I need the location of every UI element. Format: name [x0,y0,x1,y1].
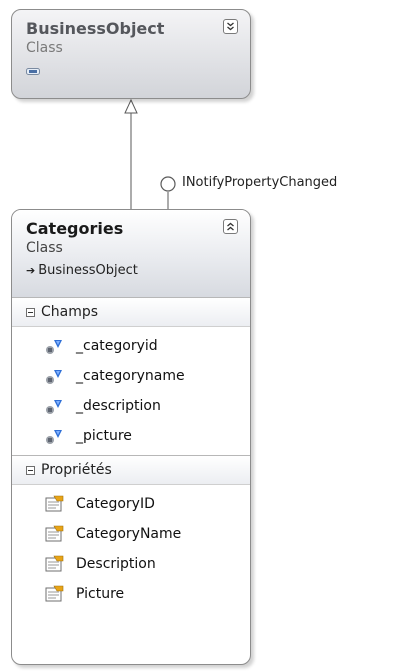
field-icon [46,430,62,444]
field-item[interactable]: _picture [12,421,250,451]
property-label: Description [76,556,156,572]
field-label: _picture [76,428,132,444]
field-label: _categoryname [76,368,185,384]
field-icon [46,400,62,414]
property-label: CategoryName [76,526,182,542]
field-label: _categoryid [76,338,158,354]
collapse-chevron-icon[interactable] [223,219,238,234]
section-fields-label: Champs [41,304,99,320]
collapsed-members-icon[interactable] [26,66,40,76]
property-label: CategoryID [76,496,155,512]
class-parent: ➔ BusinessObject [26,262,238,280]
section-properties[interactable]: Propriétés [12,455,250,485]
class-box-categories[interactable]: Categories Class ➔ BusinessObject Champs … [11,209,251,665]
inherits-arrow-icon: ➔ [26,264,36,277]
field-item[interactable]: _categoryname [12,361,250,391]
property-item[interactable]: CategoryName [12,519,250,549]
class-kind: Class [26,240,63,256]
class-name: BusinessObject [26,19,165,38]
section-properties-label: Propriétés [41,462,112,478]
property-icon [45,525,64,542]
property-item[interactable]: Description [12,549,250,579]
field-list: _categoryid _categoryname _description _… [12,327,250,455]
property-list: CategoryID CategoryName Description Pict… [12,485,250,613]
class-box-businessobject[interactable]: BusinessObject Class [11,9,251,99]
interface-label: INotifyPropertyChanged [182,175,338,190]
field-item[interactable]: _description [12,391,250,421]
expand-chevron-icon[interactable] [223,19,238,34]
class-header: Categories Class ➔ BusinessObject [12,210,250,298]
class-parent-name: BusinessObject [38,263,138,278]
class-header: BusinessObject Class [12,10,250,98]
property-icon [45,585,64,602]
section-fields[interactable]: Champs [12,298,250,327]
class-name: Categories [26,219,124,238]
class-kind: Class [26,40,63,56]
property-item[interactable]: CategoryID [12,489,250,519]
property-item[interactable]: Picture [12,579,250,609]
property-icon [45,495,64,512]
field-label: _description [76,398,161,414]
field-item[interactable]: _categoryid [12,331,250,361]
inheritance-arrowhead [124,98,138,114]
field-icon [46,340,62,354]
property-icon [45,555,64,572]
collapse-section-icon[interactable] [26,465,35,475]
property-label: Picture [76,586,125,602]
field-icon [46,370,62,384]
interface-lollipop [160,176,176,192]
collapse-section-icon[interactable] [26,307,35,317]
